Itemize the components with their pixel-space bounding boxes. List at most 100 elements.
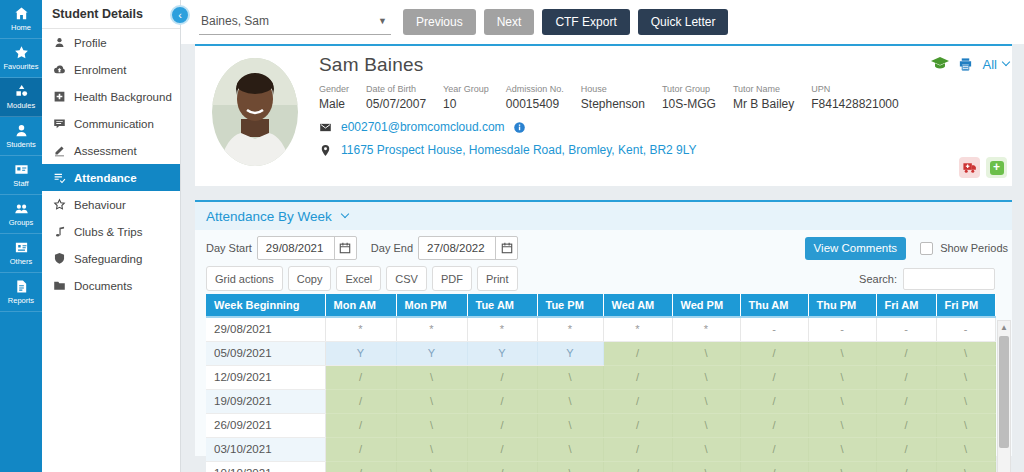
attendance-mark-cell: /	[467, 389, 537, 413]
pdf-button[interactable]: PDF	[432, 266, 472, 291]
day-end-input[interactable]: 27/08/2022	[418, 236, 518, 260]
attendance-mark-cell: \	[936, 413, 995, 437]
column-header[interactable]: Thu AM	[740, 294, 808, 317]
calendar-button[interactable]	[495, 237, 517, 259]
show-periods-checkbox[interactable]	[920, 242, 933, 255]
grid-actions-button[interactable]: Grid actions	[206, 266, 283, 291]
sidebar-item-documents[interactable]: Documents	[42, 272, 180, 299]
health-plus-icon	[53, 90, 66, 103]
rail-item-groups[interactable]: Groups	[0, 195, 42, 234]
attendance-mark-cell: /	[876, 461, 936, 472]
day-start-value: 29/08/2021	[258, 237, 334, 259]
rail-item-students[interactable]: Students	[0, 117, 42, 156]
calendar-button[interactable]	[334, 237, 356, 259]
rail-item-staff[interactable]: Staff	[0, 156, 42, 195]
column-header[interactable]: Tue AM	[467, 294, 537, 317]
student-info: Sam Baines GenderMaleDate of Birth05/07/…	[315, 54, 996, 157]
column-header[interactable]: Week Beginning	[206, 294, 325, 317]
quick-letter-button[interactable]: Quick Letter	[638, 9, 729, 35]
attendance-mark-cell: \	[396, 413, 467, 437]
sidebar-item-health-background[interactable]: Health Background	[42, 83, 180, 110]
column-header[interactable]: Fri PM	[936, 294, 995, 317]
column-header[interactable]: Fri AM	[876, 294, 936, 317]
sidebar-item-behaviour[interactable]: Behaviour	[42, 191, 180, 218]
sidebar-item-attendance[interactable]: Attendance	[42, 164, 180, 191]
field-label: Tutor Group	[662, 84, 716, 94]
attendance-mark-cell: \	[537, 365, 603, 389]
ctf-export-button[interactable]: CTF Export	[542, 9, 629, 35]
attendance-mark-cell: /	[603, 461, 672, 472]
scrollbar-thumb[interactable]	[999, 336, 1009, 448]
student-field: Date of Birth05/07/2007	[366, 84, 426, 111]
attendance-mark-cell: \	[672, 341, 740, 365]
folder-icon	[53, 279, 66, 292]
column-header[interactable]: Thu PM	[808, 294, 876, 317]
rail-item-label: Modules	[7, 101, 35, 110]
sidebar-item-profile[interactable]: Profile	[42, 29, 180, 56]
attendance-mark-cell: *	[396, 317, 467, 341]
attendance-mark-cell: /	[603, 389, 672, 413]
attendance-mark-cell: /	[876, 389, 936, 413]
sidebar-item-communication[interactable]: Communication	[42, 110, 180, 137]
attendance-mark-cell: \	[808, 413, 876, 437]
field-value: 00015409	[506, 97, 564, 111]
email-link[interactable]: e002701@bromcomcloud.com	[341, 120, 505, 134]
sidebar-item-clubs-trips[interactable]: Clubs & Trips	[42, 218, 180, 245]
print-button[interactable]: Print	[477, 266, 518, 291]
attendance-mark-cell: /	[325, 365, 396, 389]
all-filter-dropdown[interactable]: All	[983, 57, 1009, 72]
day-start-input[interactable]: 29/08/2021	[257, 236, 357, 260]
rail-item-favourites[interactable]: Favourites	[0, 39, 42, 78]
previous-button[interactable]: Previous	[403, 9, 476, 35]
attendance-mark-cell: /	[876, 365, 936, 389]
attendance-mark-cell: Y	[467, 341, 537, 365]
table-scrollbar[interactable]: ▲	[997, 320, 1011, 472]
graduation-cap-icon[interactable]	[930, 54, 950, 74]
column-header[interactable]: Wed PM	[672, 294, 740, 317]
column-header[interactable]: Mon PM	[396, 294, 467, 317]
student-field: Tutor NameMr B Bailey	[733, 84, 794, 111]
student-select[interactable]: Baines, Sam ▼	[199, 10, 391, 35]
attendance-mark-cell: \	[808, 365, 876, 389]
column-header[interactable]: Mon AM	[325, 294, 396, 317]
rail-item-home[interactable]: Home	[0, 0, 42, 39]
sidebar-title: Student Details	[42, 0, 180, 29]
box-icon	[14, 240, 29, 255]
next-button[interactable]: Next	[484, 9, 535, 35]
field-value: 05/07/2007	[366, 97, 426, 111]
star-icon	[14, 45, 29, 60]
sidebar-item-safeguarding[interactable]: Safeguarding	[42, 245, 180, 272]
sidebar-item-enrolment[interactable]: Enrolment	[42, 56, 180, 83]
search-input[interactable]	[903, 268, 995, 290]
rail-item-modules[interactable]: Modules	[0, 78, 42, 117]
attendance-mark-cell: -	[936, 317, 995, 341]
column-header[interactable]: Wed AM	[603, 294, 672, 317]
add-button[interactable]: +	[986, 157, 1007, 178]
student-field: Year Group10	[443, 84, 489, 111]
attendance-mark-cell: \	[936, 365, 995, 389]
scroll-up-icon[interactable]: ▲	[998, 321, 1010, 334]
address-link[interactable]: 11675 Prospect House, Homesdale Road, Br…	[341, 143, 697, 157]
attendance-section-header[interactable]: Attendance By Week	[195, 202, 1012, 230]
sidebar-item-assessment[interactable]: Assessment	[42, 137, 180, 164]
medical-alert-button[interactable]	[959, 157, 980, 178]
column-header[interactable]: Tue PM	[537, 294, 603, 317]
week-beginning-cell: 26/09/2021	[206, 413, 325, 437]
attendance-mark-cell: -	[876, 317, 936, 341]
chevron-down-icon	[341, 210, 349, 218]
collapse-sidebar-button[interactable]: ‹	[170, 5, 190, 25]
excel-button[interactable]: Excel	[336, 266, 381, 291]
csv-button[interactable]: CSV	[386, 266, 427, 291]
student-field: GenderMale	[319, 84, 349, 111]
plus-icon: +	[990, 161, 1004, 175]
chat-icon	[53, 117, 66, 130]
table-row: 19/09/2021/\/\/\/\/\	[206, 389, 995, 413]
info-icon[interactable]	[513, 121, 526, 134]
sidebar-item-label: Assessment	[74, 145, 137, 157]
printer-icon[interactable]	[958, 57, 973, 72]
rail-item-reports[interactable]: Reports	[0, 273, 42, 312]
rail-item-others[interactable]: Others	[0, 234, 42, 273]
view-comments-button[interactable]: View Comments	[805, 237, 907, 260]
copy-button[interactable]: Copy	[288, 266, 332, 291]
attendance-table: Week BeginningMon AMMon PMTue AMTue PMWe…	[206, 294, 996, 472]
